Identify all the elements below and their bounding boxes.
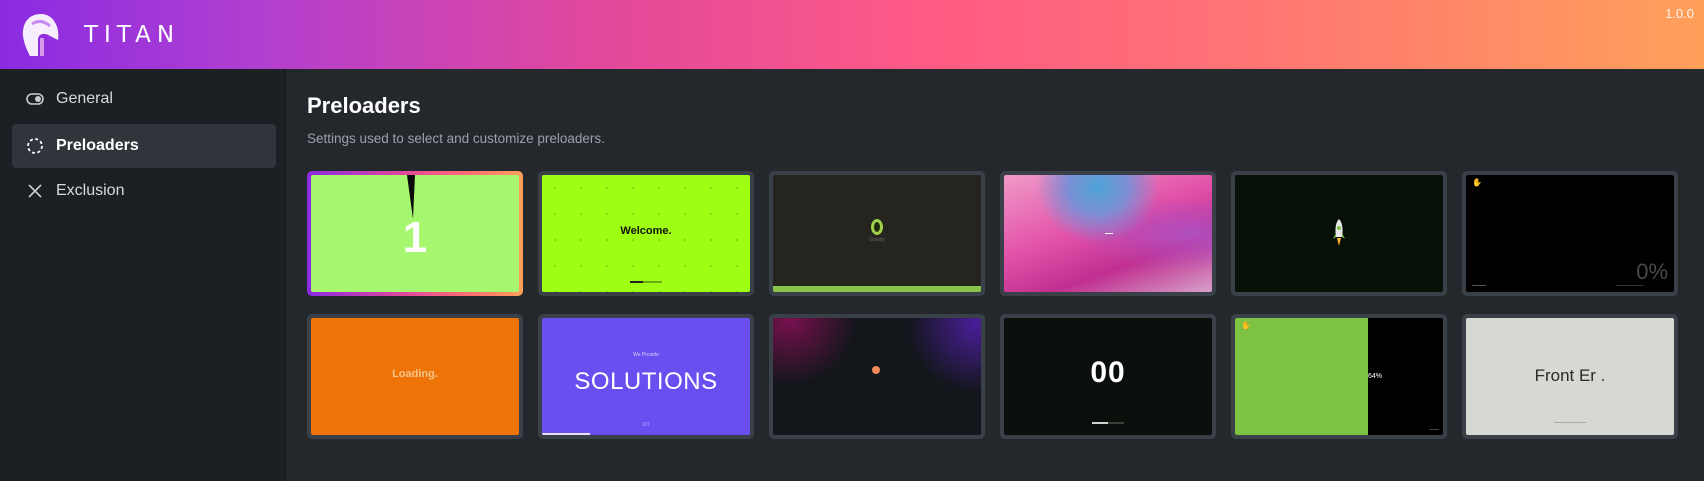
preloader-preview: Gravity (773, 175, 981, 292)
hand-icon: ✋ (1472, 178, 1482, 187)
sidebar-item-preloaders[interactable]: Preloaders (12, 124, 276, 168)
preview-text: 0% (1636, 259, 1668, 284)
preloader-card-gravity[interactable]: Gravity (769, 171, 985, 296)
progress-track (1429, 429, 1439, 430)
preview-text: Front Er . (1534, 366, 1606, 385)
preloader-preview (773, 318, 981, 435)
progress-track (1554, 422, 1586, 423)
app-name: TITAN (84, 22, 181, 48)
preloader-preview: Front Er . (1466, 318, 1674, 435)
close-icon (26, 182, 44, 200)
drop-inner-icon (874, 222, 880, 232)
preview-caption: We Provide (633, 352, 659, 358)
main-content: Preloaders Settings used to select and c… (287, 69, 1704, 481)
progress-bar (773, 286, 981, 292)
progress-bar (1105, 233, 1113, 234)
preloader-preview: ✋ 0% (1466, 175, 1674, 292)
preloader-card-rocket[interactable] (1231, 171, 1447, 296)
page-subtitle: Settings used to select and customize pr… (307, 131, 605, 146)
sidebar-item-exclusion[interactable]: Exclusion (12, 169, 276, 213)
preloader-card-solutions[interactable]: We Provide SOLUTIONS 0/3 (538, 314, 754, 439)
progress-bar (1472, 285, 1486, 286)
preview-text: Gravity (869, 237, 885, 243)
preloader-card-gradient[interactable] (1000, 171, 1216, 296)
sidebar-item-general[interactable]: General (12, 77, 276, 121)
preview-text: 1 (402, 213, 428, 262)
preview-text: 64% (1368, 373, 1383, 380)
sidebar-item-label: General (56, 90, 113, 107)
progress-bar (1092, 422, 1124, 424)
progress-track (1616, 285, 1644, 286)
spinner-icon (26, 137, 44, 155)
preloader-card-welcome[interactable]: Welcome. (538, 171, 754, 296)
preloader-card-front-end[interactable]: Front Er . (1462, 314, 1678, 439)
preloader-preview: Welcome. (542, 175, 750, 292)
sidebar-item-label: Preloaders (56, 137, 139, 154)
preloader-card-dot[interactable] (769, 314, 985, 439)
preloader-preview: We Provide SOLUTIONS 0/3 (542, 318, 750, 435)
preloader-card-percent[interactable]: ✋ 0% (1462, 171, 1678, 296)
preview-counter: 0/3 (642, 422, 650, 428)
hand-icon: ✋ (1241, 321, 1251, 330)
rocket-icon (1333, 219, 1345, 246)
progress-bar (542, 433, 590, 435)
sidebar: General Preloaders Exclusion (0, 69, 286, 481)
fill-panel (1235, 318, 1368, 435)
preloader-preview (1235, 175, 1443, 292)
dot-icon (872, 366, 880, 374)
preloader-preview: Loading. (311, 318, 519, 435)
progress-bar (630, 281, 662, 283)
spartan-helmet-logo-icon (22, 14, 59, 56)
preloader-preview: 1 (311, 175, 519, 292)
preloader-preview (1004, 175, 1212, 292)
preloader-preview: 00 (1004, 318, 1212, 435)
preview-text: Welcome. (620, 225, 672, 237)
sidebar-item-label: Exclusion (56, 182, 125, 199)
preview-text: SOLUTIONS (574, 368, 718, 395)
toggle-icon (26, 90, 44, 108)
preview-text: 00 (1090, 356, 1126, 389)
preloader-card-loading[interactable]: Loading. (307, 314, 523, 439)
preloader-card-counter[interactable]: 1 (307, 171, 523, 296)
app-version: 1.0.0 (1665, 6, 1694, 21)
preloader-preview: ✋ 64% (1235, 318, 1443, 435)
preview-text: Loading. (392, 368, 438, 380)
app-header: TITAN 1.0.0 (0, 0, 1704, 69)
preloader-card-split[interactable]: ✋ 64% (1231, 314, 1447, 439)
page-title: Preloaders (307, 93, 421, 118)
preloader-card-double-zero[interactable]: 00 (1000, 314, 1216, 439)
